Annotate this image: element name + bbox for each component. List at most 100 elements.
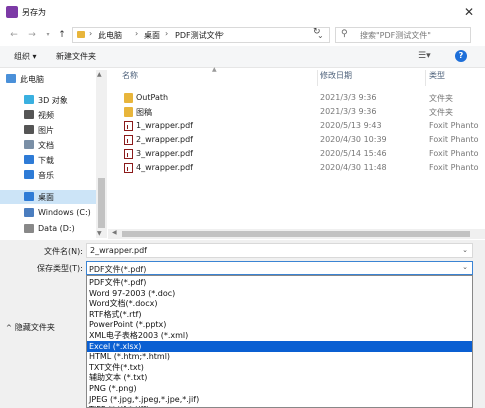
breadcrumb-separator-icon: › bbox=[89, 29, 93, 38]
save-type-label: 保存类型(T): bbox=[37, 264, 83, 273]
save-type-option[interactable]: TIFF (*.tif;*.tiff) bbox=[87, 404, 472, 407]
title-bar: 另存为 ✕ bbox=[0, 0, 485, 24]
file-date: 2020/5/13 9:43 bbox=[320, 121, 382, 130]
recent-chevron-icon[interactable]: ▾ bbox=[42, 28, 54, 42]
save-type-option[interactable]: XML电子表格2003 (*.xml) bbox=[87, 330, 472, 341]
scroll-left-icon[interactable]: ◀ bbox=[112, 229, 117, 236]
nav-item[interactable]: Data (D:) bbox=[0, 222, 96, 236]
window-title: 另存为 bbox=[22, 8, 46, 17]
column-header-date[interactable]: 修改日期 bbox=[320, 70, 426, 86]
save-type-select[interactable]: PDF文件(*.pdf) ⌄ bbox=[86, 261, 473, 275]
drive-c-icon bbox=[24, 208, 34, 217]
breadcrumb-pdf-folder[interactable]: PDF测试文件 bbox=[175, 30, 223, 41]
nav-item-label: 文档 bbox=[38, 141, 54, 150]
column-header-name[interactable]: 名称 bbox=[122, 70, 318, 86]
nav-item[interactable]: 视频 bbox=[0, 108, 96, 122]
forward-arrow-icon[interactable]: → bbox=[26, 28, 38, 42]
scroll-thumb[interactable] bbox=[122, 231, 470, 237]
up-arrow-icon[interactable]: ↑ bbox=[56, 28, 68, 42]
filename-field[interactable]: 2_wrapper.pdf ⌄ bbox=[86, 243, 473, 258]
documents-icon bbox=[24, 140, 34, 149]
breadcrumb-desktop[interactable]: 桌面 bbox=[144, 30, 160, 41]
file-row[interactable]: 4_wrapper.pdf 2020/4/30 11:48 Foxit Phanto bbox=[118, 162, 485, 175]
file-row[interactable]: 3_wrapper.pdf 2020/5/14 15:46 Foxit Phanto bbox=[118, 148, 485, 161]
file-date: 2021/3/3 9:36 bbox=[320, 107, 377, 116]
nav-item-label: 下载 bbox=[38, 156, 54, 165]
column-header-type[interactable]: 类型 bbox=[429, 70, 479, 86]
nav-item-label: Data (D:) bbox=[38, 224, 75, 233]
pdf-file-icon bbox=[124, 121, 133, 131]
breadcrumb-separator-icon: › bbox=[221, 29, 225, 38]
pdf-file-icon bbox=[124, 163, 133, 173]
pdf-file-icon bbox=[124, 135, 133, 145]
organize-button[interactable]: 组织 ▾ bbox=[14, 51, 37, 62]
pdf-file-icon bbox=[124, 149, 133, 159]
folder-icon bbox=[124, 107, 133, 117]
nav-item[interactable]: 此电脑 bbox=[0, 72, 96, 86]
nav-item[interactable]: 音乐 bbox=[0, 168, 96, 182]
file-row[interactable]: 1_wrapper.pdf 2020/5/13 9:43 Foxit Phanto bbox=[118, 120, 485, 133]
save-type-value: PDF文件(*.pdf) bbox=[89, 265, 147, 274]
breadcrumb-this-pc[interactable]: 此电脑 bbox=[98, 30, 122, 41]
file-name: 4_wrapper.pdf bbox=[136, 163, 193, 172]
save-type-option[interactable]: PowerPoint (*.pptx) bbox=[87, 319, 472, 330]
caret-up-icon: ^ bbox=[6, 324, 12, 332]
chevron-down-icon[interactable]: ⌄ bbox=[462, 246, 468, 254]
save-type-option[interactable]: PDF文件(*.pdf) bbox=[87, 277, 472, 288]
pictures-icon bbox=[24, 125, 34, 134]
nav-scrollbar[interactable]: ▲ ▼ bbox=[96, 70, 107, 238]
horizontal-scrollbar[interactable]: ◀ bbox=[108, 229, 485, 239]
address-box[interactable]: › 此电脑 › 桌面 › PDF测试文件 › ⌄ bbox=[72, 27, 330, 43]
save-type-option[interactable]: Word文档(*.docx) bbox=[87, 298, 472, 309]
nav-item-label: 音乐 bbox=[38, 171, 54, 180]
file-date: 2021/3/3 9:36 bbox=[320, 93, 377, 102]
save-type-option[interactable]: RTF格式(*.rtf) bbox=[87, 309, 472, 320]
new-folder-button[interactable]: 新建文件夹 bbox=[56, 51, 96, 62]
nav-item[interactable]: 桌面 bbox=[0, 190, 96, 204]
file-row[interactable]: 2_wrapper.pdf 2020/4/30 10:39 Foxit Phanto bbox=[118, 134, 485, 147]
chevron-down-icon[interactable]: ⌄ bbox=[462, 263, 468, 271]
nav-item-label: 3D 对象 bbox=[38, 96, 68, 105]
nav-item[interactable]: 图片 bbox=[0, 123, 96, 137]
save-type-dropdown[interactable]: PDF文件(*.pdf) Word 97-2003 (*.doc) Word文档(*… bbox=[86, 275, 473, 408]
nav-item[interactable]: Windows (C:) bbox=[0, 206, 96, 220]
nav-item-label: 视频 bbox=[38, 111, 54, 120]
save-type-option[interactable]: 辅助文本 (*.txt) bbox=[87, 372, 472, 383]
command-bar: 组织 ▾ 新建文件夹 ☰▾ ? bbox=[0, 46, 485, 68]
close-icon[interactable]: ✕ bbox=[459, 3, 479, 21]
help-icon[interactable]: ? bbox=[455, 50, 467, 62]
file-type: Foxit Phanto bbox=[429, 149, 479, 158]
folder-icon bbox=[77, 31, 85, 38]
downloads-icon bbox=[24, 155, 34, 164]
file-row[interactable]: 图稿 2021/3/3 9:36 文件夹 bbox=[118, 106, 485, 119]
save-type-option[interactable]: Word 97-2003 (*.doc) bbox=[87, 288, 472, 299]
file-type: Foxit Phanto bbox=[429, 121, 479, 130]
file-date: 2020/4/30 11:48 bbox=[320, 163, 387, 172]
save-type-option[interactable]: JPEG (*.jpg,*.jpeg,*.jpe,*.jif) bbox=[87, 394, 472, 405]
save-type-option[interactable]: Excel (*.xlsx) bbox=[87, 340, 472, 352]
file-type: Foxit Phanto bbox=[429, 163, 479, 172]
file-type: 文件夹 bbox=[429, 108, 453, 117]
nav-item[interactable]: 3D 对象 bbox=[0, 93, 96, 107]
file-name: 3_wrapper.pdf bbox=[136, 149, 193, 158]
view-options-icon[interactable]: ☰▾ bbox=[418, 51, 431, 61]
back-arrow-icon[interactable]: ← bbox=[8, 28, 20, 42]
scroll-up-icon[interactable]: ▲ bbox=[97, 71, 102, 78]
refresh-icon[interactable]: ↻ bbox=[313, 27, 321, 37]
save-type-option[interactable]: TXT文件(*.txt) bbox=[87, 362, 472, 373]
file-row[interactable]: OutPath 2021/3/3 9:36 文件夹 bbox=[118, 92, 485, 105]
save-type-option[interactable]: HTML (*.htm;*.html) bbox=[87, 351, 472, 362]
save-type-option[interactable]: PNG (*.png) bbox=[87, 383, 472, 394]
file-name: 2_wrapper.pdf bbox=[136, 135, 193, 144]
file-date: 2020/5/14 15:46 bbox=[320, 149, 387, 158]
search-placeholder: 搜索"PDF测试文件" bbox=[360, 31, 431, 40]
search-input[interactable]: ⚲ 搜索"PDF测试文件" bbox=[335, 27, 471, 43]
hide-folders-toggle[interactable]: ^ 隐藏文件夹 bbox=[6, 322, 55, 333]
breadcrumb-separator-icon: › bbox=[135, 29, 139, 38]
nav-item[interactable]: 下载 bbox=[0, 153, 96, 167]
video-icon bbox=[24, 110, 34, 119]
nav-item[interactable]: 文档 bbox=[0, 138, 96, 152]
scroll-down-icon[interactable]: ▼ bbox=[97, 230, 102, 237]
computer-icon bbox=[6, 74, 16, 83]
scroll-thumb[interactable] bbox=[98, 178, 105, 228]
